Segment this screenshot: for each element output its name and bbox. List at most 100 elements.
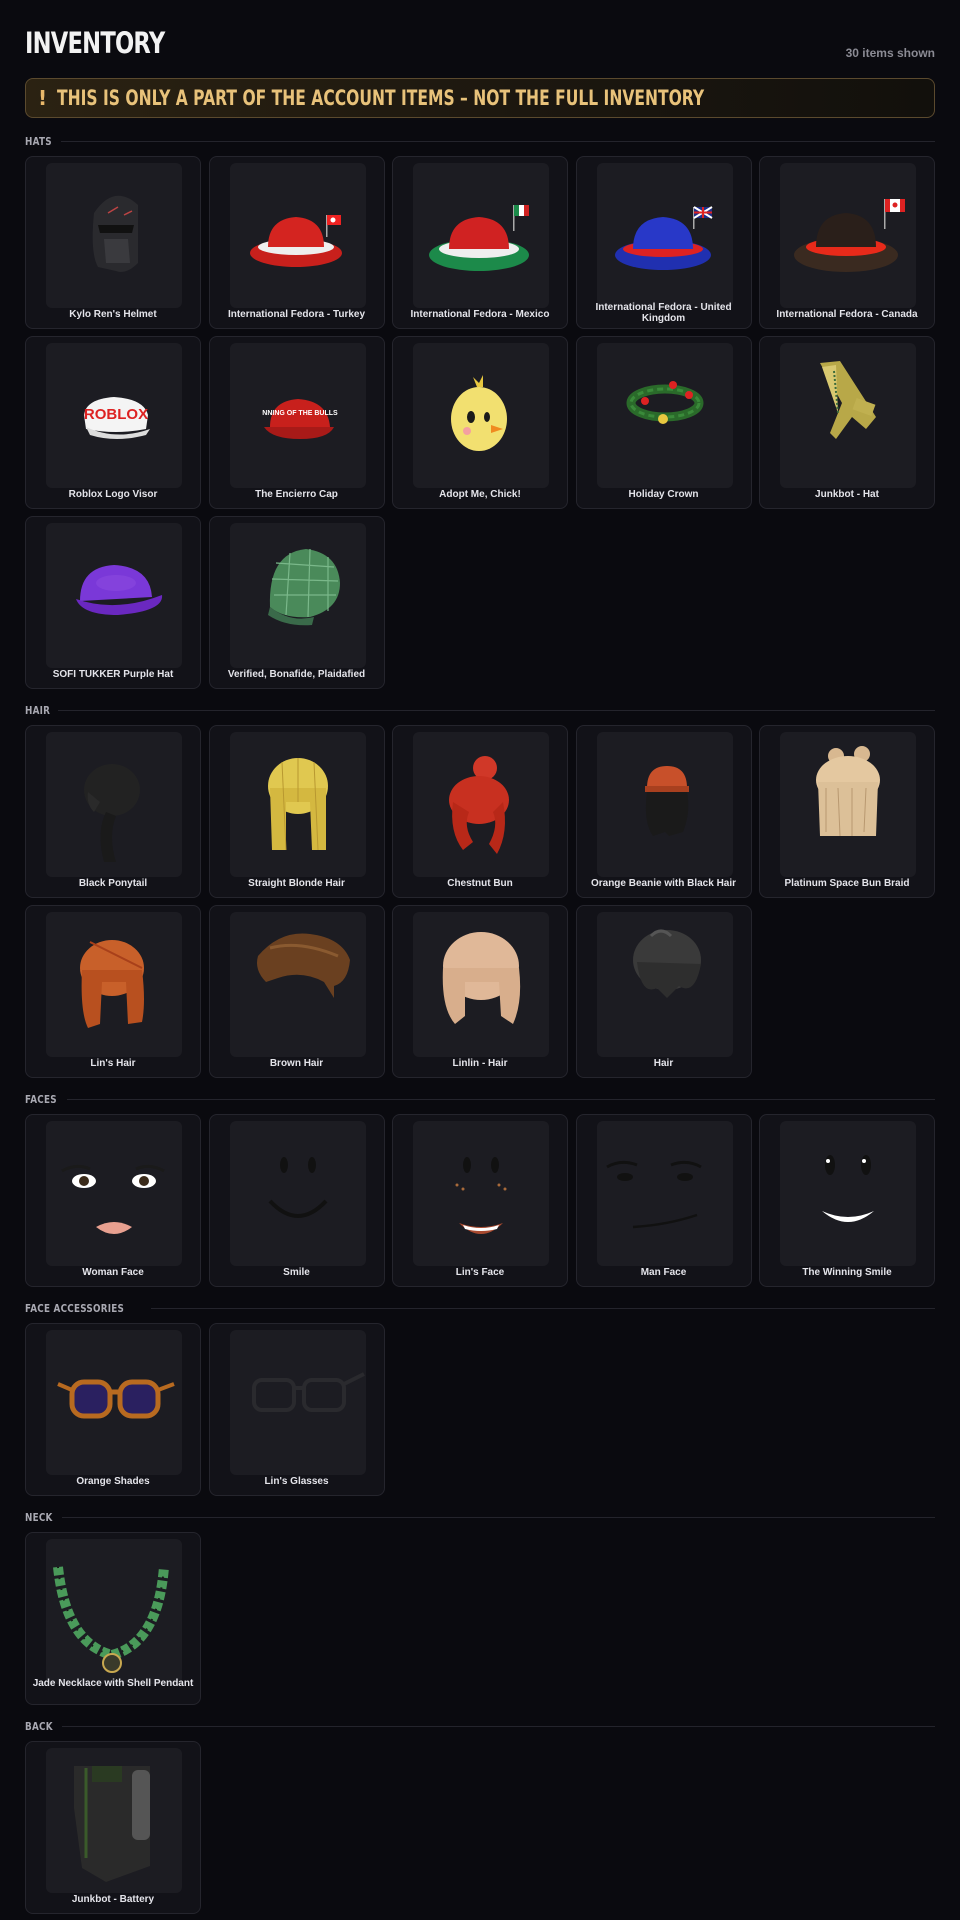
item-card[interactable]: Chestnut Bun	[392, 725, 568, 898]
visor-icon: ROBLOX	[46, 343, 182, 488]
sections: HATS Kylo Ren's Helmet International Fedor…	[25, 126, 935, 1914]
item-card[interactable]: NNING OF THE BULLS The Encierro Cap	[208, 336, 385, 509]
inventory-page: INVENTORY 30 items shown ! THIS IS ONLY …	[25, 0, 935, 1914]
item-card[interactable]: ROBLOX Roblox Logo Visor	[25, 336, 201, 509]
item-name: The Encierro Cap	[255, 489, 338, 500]
glasses-icon	[229, 1330, 366, 1475]
item-name: SOFI TUKKER Purple Hat	[52, 669, 174, 680]
platinum-hair-icon	[780, 732, 916, 877]
chick-icon	[413, 343, 549, 488]
item-card[interactable]: Straight Blonde Hair	[208, 725, 385, 898]
item-card[interactable]: Platinum Space Bun Braid	[759, 725, 935, 898]
black-ponytail-icon	[46, 732, 182, 877]
item-card[interactable]: SOFI TUKKER Purple Hat	[25, 516, 201, 689]
fedora-uk-icon	[596, 163, 733, 308]
section-divider	[150, 1307, 935, 1309]
item-card[interactable]: International Fedora - Turkey	[208, 156, 385, 329]
lin-hair-icon	[46, 912, 182, 1057]
item-card[interactable]: Lin's Hair	[25, 905, 201, 1078]
section-header: NECK	[25, 1502, 935, 1532]
item-name: Lin's Face	[455, 1267, 505, 1278]
section-title: HATS	[25, 134, 52, 148]
chestnut-bun-icon	[413, 732, 549, 877]
item-grid: Black Ponytail Straight Blonde Hair Chestn…	[25, 725, 935, 1078]
dark-hair-icon	[596, 912, 733, 1057]
battery-icon	[46, 1748, 182, 1893]
orange-shades-icon	[46, 1330, 182, 1475]
section-title: HAIR	[25, 703, 51, 717]
item-name: Orange Beanie with Black Hair	[590, 878, 737, 889]
smile-face-icon	[229, 1121, 366, 1266]
woman-face-icon	[46, 1121, 182, 1266]
page-title: INVENTORY	[25, 26, 165, 60]
item-card[interactable]: Smile	[208, 1114, 385, 1287]
item-card[interactable]: Woman Face	[25, 1114, 201, 1287]
item-card[interactable]: Brown Hair	[208, 905, 385, 1078]
item-name: Junkbot - Hat	[815, 489, 879, 500]
section-hair: HAIR Black Ponytail Straight Blonde Hair Ch…	[25, 695, 935, 1078]
warning-banner: ! THIS IS ONLY A PART OF THE ACCOUNT ITE…	[25, 78, 935, 118]
item-card[interactable]: The Winning Smile	[759, 1114, 935, 1287]
item-card[interactable]: Holiday Crown	[575, 336, 752, 509]
item-print-text: NNING OF THE BULLS	[262, 410, 338, 417]
section-face-accessories: FACE ACCESSORIES Orange Shades Lin's Glass…	[25, 1293, 935, 1496]
item-name: Kylo Ren's Helmet	[69, 309, 157, 320]
item-name: Roblox Logo Visor	[68, 489, 158, 500]
section-divider	[60, 140, 935, 142]
item-grid: Woman Face Smile Lin's Face Man Face The Win…	[25, 1114, 935, 1287]
item-name: International Fedora - Turkey	[227, 309, 366, 320]
item-card[interactable]: International Fedora - Mexico	[392, 156, 568, 329]
section-divider	[66, 1098, 935, 1100]
junkbot-hat-icon	[780, 343, 916, 488]
section-header: FACE ACCESSORIES	[25, 1293, 935, 1323]
man-face-icon	[596, 1121, 733, 1266]
item-card[interactable]: Verified, Bonafide, Plaidafied	[208, 516, 385, 689]
item-print-text: ROBLOX	[84, 406, 148, 423]
item-name: Junkbot - Battery	[71, 1894, 155, 1905]
item-card[interactable]: Linlin - Hair	[392, 905, 568, 1078]
section-header: BACK	[25, 1711, 935, 1741]
lin-face-icon	[413, 1121, 549, 1266]
item-name: Holiday Crown	[628, 489, 699, 500]
section-hats: HATS Kylo Ren's Helmet International Fedor…	[25, 126, 935, 689]
item-card[interactable]: Adopt Me, Chick!	[392, 336, 568, 509]
item-name: Lin's Hair	[90, 1058, 136, 1069]
item-name: Brown Hair	[269, 1058, 324, 1069]
item-card[interactable]: Lin's Face	[392, 1114, 568, 1287]
item-card[interactable]: Jade Necklace with Shell Pendant	[25, 1532, 201, 1705]
fedora-canada-icon	[780, 163, 916, 308]
brown-hair-icon	[229, 912, 366, 1057]
section-neck: NECK Jade Necklace with Shell Pendant	[25, 1502, 935, 1705]
item-card[interactable]: Junkbot - Hat	[759, 336, 935, 509]
item-card[interactable]: Hair	[575, 905, 752, 1078]
fedora-turkey-icon	[229, 163, 366, 308]
item-card[interactable]: International Fedora - United Kingdom	[575, 156, 752, 329]
item-name: Hair	[653, 1058, 674, 1069]
item-name: Adopt Me, Chick!	[439, 489, 521, 500]
item-card[interactable]: Orange Beanie with Black Hair	[575, 725, 752, 898]
fedora-mexico-icon	[413, 163, 549, 308]
item-name: International Fedora - Canada	[776, 309, 918, 320]
item-grid: Junkbot - Battery	[25, 1741, 935, 1914]
item-name: Linlin - Hair	[452, 1058, 508, 1069]
item-name: Straight Blonde Hair	[248, 878, 345, 889]
item-card[interactable]: Junkbot - Battery	[25, 1741, 201, 1914]
section-divider	[58, 709, 935, 711]
section-divider	[61, 1516, 935, 1518]
item-card[interactable]: Black Ponytail	[25, 725, 201, 898]
item-grid: Kylo Ren's Helmet International Fedora - …	[25, 156, 935, 689]
section-divider	[61, 1725, 935, 1727]
item-card[interactable]: Kylo Ren's Helmet	[25, 156, 201, 329]
linlin-hair-icon	[413, 912, 549, 1057]
item-name: Chestnut Bun	[447, 878, 513, 889]
purple-cap-icon	[46, 523, 182, 668]
item-card[interactable]: Man Face	[575, 1114, 752, 1287]
item-card[interactable]: Orange Shades	[25, 1323, 201, 1496]
section-header: FACES	[25, 1084, 935, 1114]
item-card[interactable]: Lin's Glasses	[208, 1323, 385, 1496]
cap-icon: NNING OF THE BULLS	[229, 343, 366, 488]
item-name: Orange Shades	[76, 1476, 150, 1487]
item-card[interactable]: International Fedora - Canada	[759, 156, 935, 329]
item-name: The Winning Smile	[802, 1267, 892, 1278]
plaid-cap-icon	[229, 523, 366, 668]
